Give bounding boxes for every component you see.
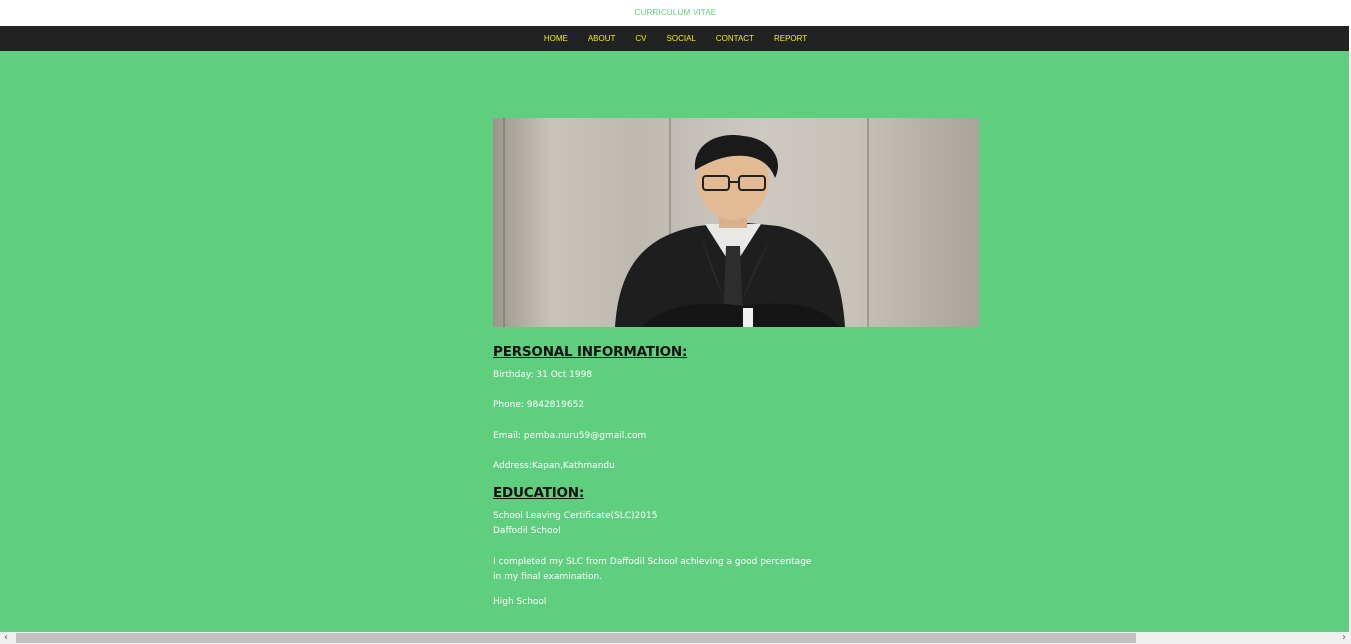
scroll-left-icon[interactable]: ‹ (4, 632, 8, 644)
slc-description-line-1: I completed my SLC from Daffodil School … (493, 557, 812, 567)
nav-cv[interactable]: CV (635, 34, 646, 43)
scrollbar-thumb[interactable] (16, 633, 1136, 643)
nav-contact[interactable]: CONTACT (716, 34, 754, 43)
phone-text: Phone: 9842819652 (493, 400, 585, 410)
nav-about[interactable]: ABOUT (588, 34, 616, 43)
site-title: CURRICULUM VITAE (634, 8, 717, 17)
high-school-title: High School (493, 597, 547, 607)
address-text: Address:Kapan,Kathmandu (493, 461, 615, 471)
horizontal-scrollbar[interactable]: ‹ › (0, 632, 1351, 644)
email-text: Email: pemba.nuru59@gmail.com (493, 431, 647, 441)
top-header: CURRICULUM VITAE (0, 0, 1351, 26)
nav-home[interactable]: HOME (544, 34, 568, 43)
nav-social[interactable]: SOCIAL (667, 34, 696, 43)
slc-school: Daffodil School (493, 526, 561, 536)
profile-photo (493, 118, 979, 327)
birthday-text: Birthday: 31 Oct 1998 (493, 370, 593, 380)
slc-title: School Leaving Certificate(SLC)2015 (493, 511, 658, 521)
education-heading: EDUCATION: (493, 485, 585, 501)
cv-content: PERSONAL INFORMATION: Birthday: 31 Oct 1… (493, 118, 979, 621)
slc-description-line-2: in my final examination. (493, 572, 603, 582)
navigation-bar: HOME ABOUT CV SOCIAL CONTACT REPORT (0, 26, 1351, 51)
scroll-right-icon[interactable]: › (1342, 632, 1346, 644)
nav-report[interactable]: REPORT (774, 34, 807, 43)
personal-info-heading: PERSONAL INFORMATION: (493, 344, 688, 360)
